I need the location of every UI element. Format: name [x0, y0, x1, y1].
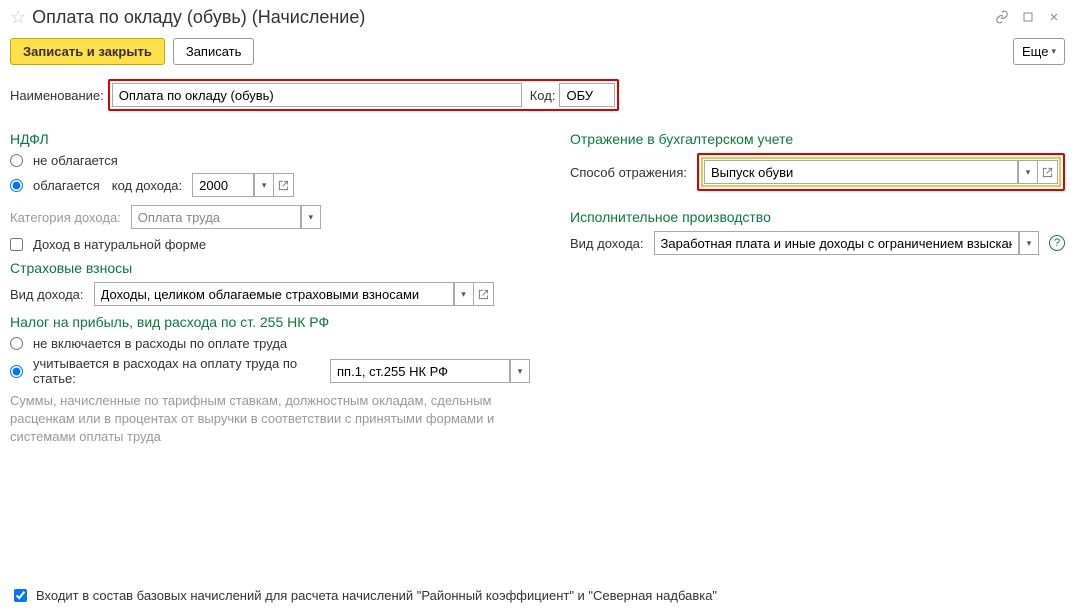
income-category-label: Категория дохода:: [10, 210, 121, 225]
code-field[interactable]: [559, 83, 615, 107]
profit-tax-not-included-radio[interactable]: [10, 337, 23, 350]
natural-form-checkbox[interactable]: [10, 238, 23, 251]
natural-form-label: Доход в натуральной форме: [33, 237, 206, 252]
ndfl-taxed-label: облагается: [33, 178, 100, 193]
name-field[interactable]: [112, 83, 522, 107]
accounting-method-field[interactable]: [704, 160, 1018, 184]
income-code-dropdown-button[interactable]: ▾: [254, 173, 274, 197]
maximize-icon[interactable]: [1017, 6, 1039, 28]
enforcement-income-type-label: Вид дохода:: [570, 236, 644, 251]
ndfl-not-taxed-radio[interactable]: [10, 154, 23, 167]
profit-tax-not-included-label: не включается в расходы по оплате труда: [33, 336, 287, 351]
code-label: Код:: [530, 88, 556, 103]
income-category-field: [131, 205, 301, 229]
window-title: Оплата по окладу (обувь) (Начисление): [32, 7, 987, 28]
accounting-section-title: Отражение в бухгалтерском учете: [570, 131, 1065, 147]
ndfl-section-title: НДФЛ: [10, 131, 530, 147]
profit-tax-section-title: Налог на прибыль, вид расхода по ст. 255…: [10, 314, 530, 330]
insurance-income-type-label: Вид дохода:: [10, 287, 84, 302]
accounting-method-label: Способ отражения:: [570, 165, 687, 180]
help-icon[interactable]: ?: [1049, 235, 1065, 251]
income-code-label: код дохода:: [112, 178, 182, 193]
profit-tax-article-field[interactable]: [330, 359, 510, 383]
enforcement-income-type-dropdown-button[interactable]: ▾: [1019, 231, 1039, 255]
income-code-open-button[interactable]: [274, 173, 294, 197]
ndfl-not-taxed-label: не облагается: [33, 153, 118, 168]
more-button[interactable]: Еще ▾: [1013, 38, 1065, 65]
insurance-section-title: Страховые взносы: [10, 260, 530, 276]
base-accruals-checkbox[interactable]: [14, 589, 27, 602]
income-code-field[interactable]: [192, 173, 254, 197]
highlight-reflection-method: ▾: [697, 153, 1065, 191]
footer-row: Входит в состав базовых начислений для р…: [10, 586, 717, 605]
link-icon[interactable]: [991, 6, 1013, 28]
accounting-method-open-button[interactable]: [1038, 160, 1058, 184]
insurance-income-type-open-button[interactable]: [474, 282, 494, 306]
base-accruals-label: Входит в состав базовых начислений для р…: [36, 588, 717, 603]
profit-tax-article-dropdown-button[interactable]: ▾: [510, 359, 530, 383]
enforcement-section-title: Исполнительное производство: [570, 209, 1065, 225]
toolbar: Записать и закрыть Записать Еще ▾: [0, 32, 1075, 77]
profit-tax-hint: Суммы, начисленные по тарифным ставкам, …: [10, 392, 510, 447]
save-button[interactable]: Записать: [173, 38, 255, 65]
chevron-down-icon: ▾: [1051, 46, 1056, 57]
insurance-income-type-dropdown-button[interactable]: ▾: [454, 282, 474, 306]
more-button-label: Еще: [1022, 44, 1048, 59]
highlight-name-code: Код:: [108, 79, 620, 111]
insurance-income-type-field[interactable]: [94, 282, 454, 306]
accounting-method-dropdown-button[interactable]: ▾: [1018, 160, 1038, 184]
window-header: ☆ Оплата по окладу (обувь) (Начисление): [0, 0, 1075, 32]
name-label: Наименование:: [10, 88, 104, 103]
name-code-row: Наименование: Код:: [0, 77, 1075, 113]
ndfl-taxed-radio[interactable]: [10, 179, 23, 192]
profit-tax-included-radio[interactable]: [10, 365, 23, 378]
profit-tax-included-label: учитывается в расходах на оплату труда п…: [33, 356, 318, 386]
enforcement-income-type-field[interactable]: [654, 231, 1019, 255]
save-close-button[interactable]: Записать и закрыть: [10, 38, 165, 65]
income-category-dropdown-button[interactable]: ▾: [301, 205, 321, 229]
favorite-star-icon[interactable]: ☆: [10, 7, 26, 28]
close-icon[interactable]: [1043, 6, 1065, 28]
